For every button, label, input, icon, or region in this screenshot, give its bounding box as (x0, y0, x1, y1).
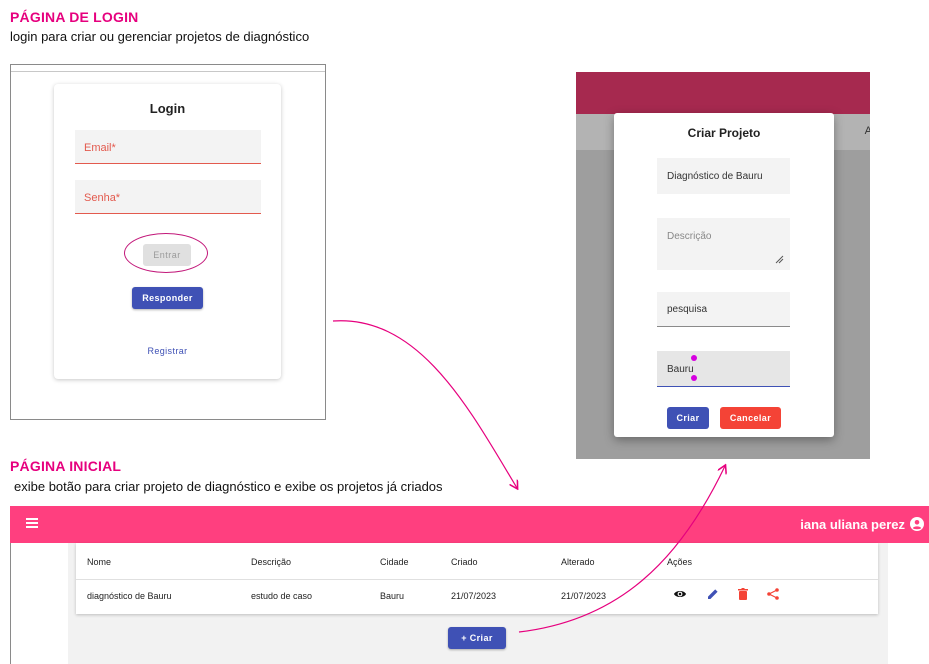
create-project-button[interactable]: + Criar (448, 627, 506, 649)
resize-handle-icon[interactable] (774, 254, 784, 264)
main-content: Nome Descrição Cidade Criado Alterado Aç… (68, 543, 888, 664)
table-divider (76, 579, 878, 580)
highlight-circle (124, 233, 208, 273)
home-section-subtitle: exibe botão para criar projeto de diagnó… (14, 479, 443, 494)
cell-city: Bauru (380, 591, 405, 601)
user-name[interactable]: iana uliana perez (800, 517, 905, 532)
password-field[interactable]: Senha* (75, 180, 261, 214)
register-link[interactable]: Registrar (54, 346, 281, 356)
edit-icon[interactable] (706, 587, 720, 601)
project-name-value: Diagnóstico de Bauru (667, 171, 763, 182)
delete-icon[interactable] (736, 587, 750, 601)
share-icon[interactable] (766, 587, 780, 601)
app-bar-dimmed (576, 72, 870, 114)
login-card: Login Email* Senha* Entrar Responder Reg… (54, 84, 281, 379)
login-section-title: PÁGINA DE LOGIN (10, 9, 139, 25)
create-project-dialog: Criar Projeto Diagnóstico de Bauru Descr… (614, 113, 834, 437)
browser-top-bar (11, 65, 325, 72)
type-value: pesquisa (667, 304, 708, 315)
cancel-button[interactable]: Cancelar (720, 407, 781, 429)
selection-handle-top[interactable] (691, 355, 697, 361)
project-name-field[interactable]: Diagnóstico de Bauru (657, 158, 790, 194)
frame-border (10, 543, 11, 664)
description-field[interactable]: Descrição (657, 218, 790, 270)
arrow-login-to-home (332, 320, 517, 488)
dialog-title: Criar Projeto (687, 126, 761, 140)
projects-table: Nome Descrição Cidade Criado Alterado Aç… (76, 543, 878, 614)
menu-icon[interactable] (26, 518, 38, 528)
city-value: Bauru (667, 364, 694, 375)
column-header-actions: Ações (667, 557, 693, 567)
column-header-updated[interactable]: Alterado (561, 557, 595, 567)
city-field[interactable]: Bauru (657, 351, 790, 387)
app-bar: iana uliana perez (10, 506, 929, 543)
home-screenshot: iana uliana perez Nome Descrição Cidade … (10, 506, 929, 664)
account-icon[interactable] (910, 517, 924, 531)
eye-icon[interactable] (673, 587, 687, 601)
cell-name: diagnóstico de Bauru (87, 591, 172, 601)
cell-updated: 21/07/2023 (561, 591, 607, 601)
cell-created: 21/07/2023 (451, 591, 497, 601)
home-section-title: PÁGINA INICIAL (10, 458, 122, 474)
login-section-subtitle: login para criar ou gerenciar projetos d… (10, 29, 310, 44)
column-header-city[interactable]: Cidade (380, 557, 409, 567)
create-project-screenshot: A Criar Projeto Diagnóstico de Bauru Des… (576, 72, 870, 459)
respond-button[interactable]: Responder (132, 287, 203, 309)
login-card-title: Login (149, 101, 186, 116)
email-field-label: Email* (84, 142, 116, 154)
selection-handle-bottom[interactable] (691, 375, 697, 381)
dimmed-header-text: A (864, 125, 870, 137)
email-field[interactable]: Email* (75, 130, 261, 164)
column-header-description[interactable]: Descrição (251, 557, 291, 567)
password-field-label: Senha* (84, 192, 121, 204)
column-header-created[interactable]: Criado (451, 557, 478, 567)
description-placeholder: Descrição (667, 231, 712, 242)
column-header-name[interactable]: Nome (87, 557, 111, 567)
create-button[interactable]: Criar (667, 407, 709, 429)
cell-description: estudo de caso (251, 591, 313, 601)
login-screenshot: Login Email* Senha* Entrar Responder Reg… (10, 64, 326, 420)
type-field[interactable]: pesquisa (657, 292, 790, 327)
